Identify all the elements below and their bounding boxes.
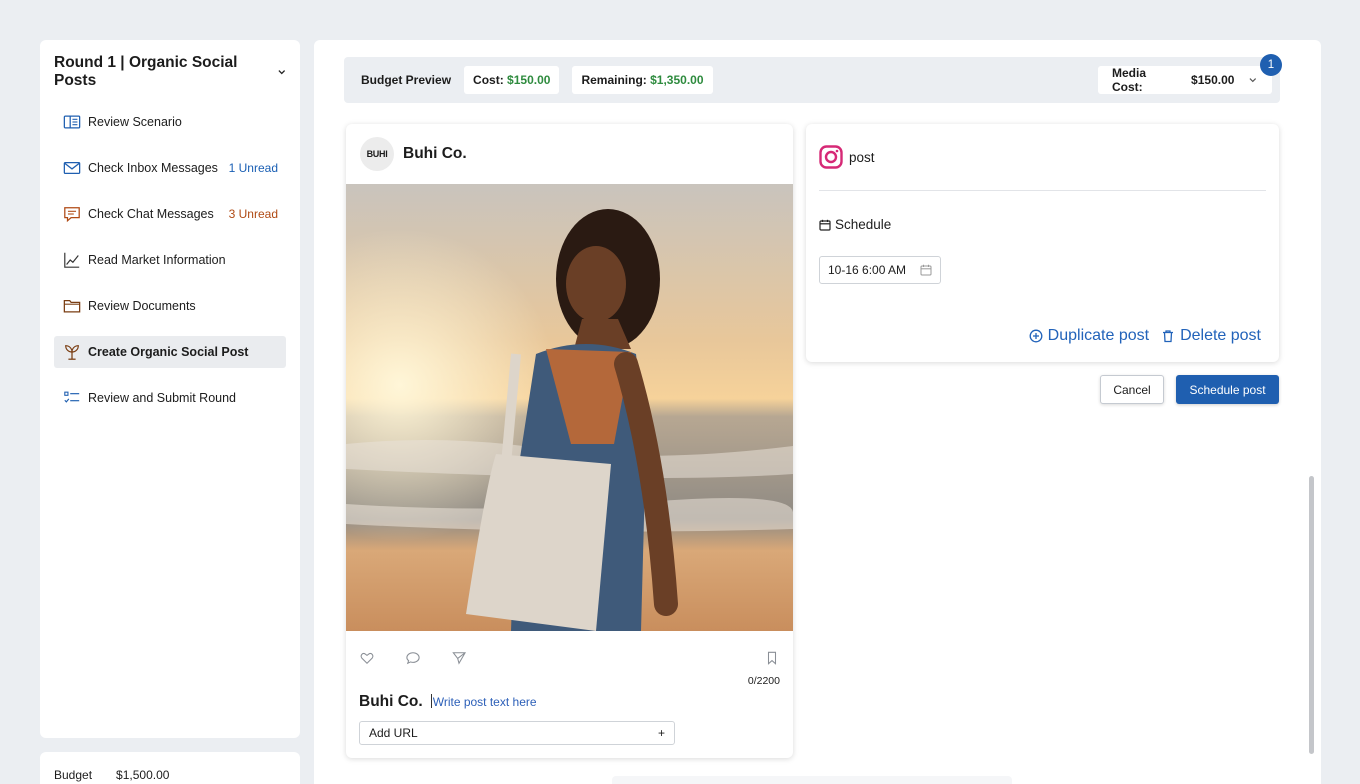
add-url-label: Add URL [369,726,418,740]
sidebar-item-submit-round[interactable]: Review and Submit Round [54,382,286,414]
round-title-text: Round 1 | Organic Social Posts [54,54,238,89]
budget-preview-title: Budget Preview [361,73,452,87]
post-preview-card: BUHI Buhi Co. 0/2200 Buhi Co. Write post… [346,124,793,758]
heart-icon[interactable] [360,651,374,665]
media-cost-value: $150.00 [1191,73,1235,87]
sidebar-item-label: Check Inbox Messages [88,161,218,175]
avatar: BUHI [360,137,394,171]
sidebar-item-label: Create Organic Social Post [88,345,249,359]
schedule-heading: Schedule [819,217,1266,232]
sidebar-item-label: Review Scenario [88,115,182,129]
unread-badge: 3 Unread [228,207,278,221]
share-icon[interactable] [452,651,466,665]
sidebar: Round 1 | Organic Social Posts Review Sc… [40,40,300,738]
sidebar-item-label: Check Chat Messages [88,207,214,221]
mail-icon [62,158,82,178]
cancel-button[interactable]: Cancel [1100,375,1164,404]
duplicate-post-button[interactable]: Duplicate post [1029,327,1149,345]
sidebar-item-label: Review and Submit Round [88,391,236,405]
platform-label: post [849,149,875,165]
trash-icon [1163,330,1174,343]
schedule-label: Schedule [835,217,892,232]
media-cost-label: Media Cost: [1112,66,1147,94]
sidebar-item-create-post[interactable]: Create Organic Social Post [54,336,286,368]
cost-value: $150.00 [507,73,551,87]
remaining-pill: Remaining: $1,350.00 [572,66,713,94]
calendar-icon [819,219,831,231]
budget-preview-bar: Budget Preview Cost: $150.00 Remaining: … [344,54,1282,103]
plus-icon[interactable]: + [658,726,665,740]
main-panel: Budget Preview Cost: $150.00 Remaining: … [314,40,1321,784]
cost-label: Cost: [473,73,504,87]
post-header: BUHI Buhi Co. [346,124,793,184]
brand-name: Buhi Co. [403,145,467,162]
bottom-panel-edge [612,776,1012,784]
remaining-value: $1,350.00 [650,73,704,87]
platform-header: post [819,124,1266,191]
chevron-down-icon [277,70,285,75]
caption-input[interactable] [432,695,713,709]
book-icon [62,112,82,132]
bookmark-icon[interactable] [765,651,779,665]
delete-post-button[interactable]: Delete post [1161,327,1261,345]
sidebar-item-label: Read Market Information [88,253,226,267]
budget-summary: Budget $1,500.00 [40,752,300,784]
schedule-post-button[interactable]: Schedule post [1176,375,1279,404]
post-actions-links: Duplicate post Delete post [1029,327,1261,345]
line-chart-icon [62,250,82,270]
comment-icon[interactable] [406,651,420,665]
post-actions [346,631,793,671]
caption-brand: Buhi Co. [359,693,423,710]
remaining-label: Remaining: [581,73,647,87]
schedule-date-input[interactable]: 10-16 6:00 AM [819,256,941,284]
post-image [346,184,793,631]
duplicate-icon [1029,329,1043,343]
caption-row: Buhi Co. [346,687,793,711]
sidebar-item-market-info[interactable]: Read Market Information [54,244,286,276]
instagram-icon [819,145,843,169]
sidebar-item-chat[interactable]: Check Chat Messages 3 Unread [54,198,286,230]
checklist-icon [62,388,82,408]
round-title[interactable]: Round 1 | Organic Social Posts [54,54,286,90]
budget-label: Budget [54,768,93,782]
duplicate-post-label: Duplicate post [1047,327,1150,344]
cost-pill: Cost: $150.00 [464,66,560,94]
post-settings-card: post Schedule 10-16 6:00 AM Duplicate po… [806,124,1279,362]
calendar-icon[interactable] [920,264,932,276]
char-counter: 0/2200 [747,675,780,687]
plant-icon [62,342,82,362]
sidebar-item-inbox[interactable]: Check Inbox Messages 1 Unread [54,152,286,184]
budget-value: $1,500.00 [116,768,170,782]
folder-icon [62,296,82,316]
notification-badge: 1 [1260,54,1282,76]
schedule-date-value: 10-16 6:00 AM [828,263,907,277]
sidebar-item-documents[interactable]: Review Documents [54,290,286,322]
chat-icon [62,204,82,224]
add-url-field[interactable]: Add URL + [359,721,675,745]
sidebar-item-label: Review Documents [88,299,196,313]
delete-post-label: Delete post [1180,327,1261,344]
unread-badge: 1 Unread [228,161,278,175]
scrollbar[interactable] [1309,476,1314,754]
sidebar-item-review-scenario[interactable]: Review Scenario [54,106,286,138]
chevron-down-icon [1249,78,1257,83]
media-cost-dropdown[interactable]: Media Cost: $150.00 1 [1098,54,1282,94]
